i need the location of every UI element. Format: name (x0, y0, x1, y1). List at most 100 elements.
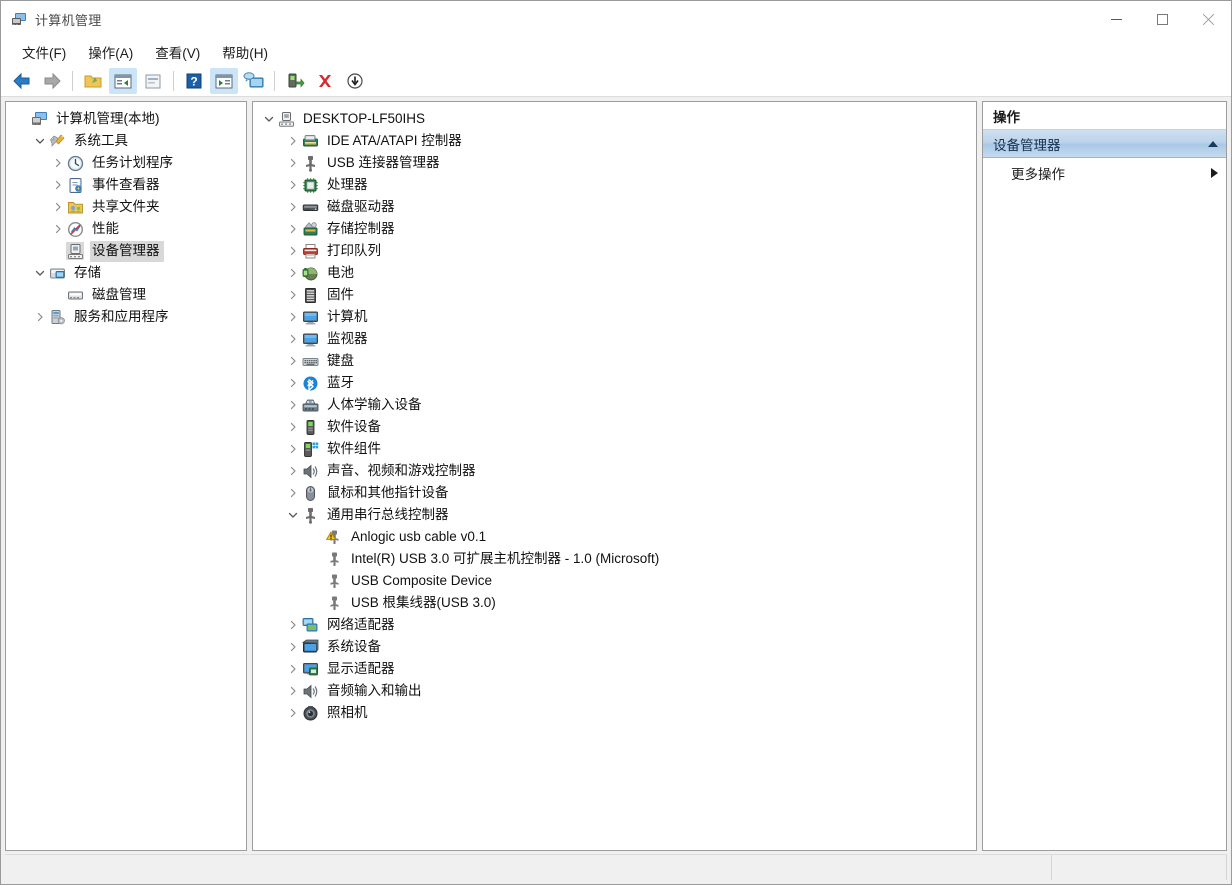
actions-group-device-manager[interactable]: 设备管理器 (983, 130, 1226, 158)
device-tree-item-row[interactable]: 鼠标和其他指针设备 (253, 482, 976, 504)
update-driver-button[interactable] (281, 68, 309, 94)
toolbar: ? (1, 66, 1231, 97)
device-tree-item-row[interactable]: USB 根集线器(USB 3.0) (253, 592, 976, 614)
chevron-right-icon[interactable] (285, 438, 301, 460)
device-tree-item-row[interactable]: 蓝牙 (253, 372, 976, 394)
chevron-right-icon[interactable] (285, 702, 301, 724)
device-tree-item-row[interactable]: 软件组件 (253, 438, 976, 460)
monitor-icon (301, 330, 319, 348)
chevron-right-icon[interactable] (285, 262, 301, 284)
scan-hardware-button[interactable] (240, 68, 268, 94)
device-tree-item-row[interactable]: 照相机 (253, 702, 976, 724)
device-tree-item-row[interactable]: 显示适配器 (253, 658, 976, 680)
menu-file[interactable]: 文件(F) (11, 39, 77, 65)
console-tree-item-row[interactable]: 共享文件夹 (6, 196, 246, 218)
device-tree-item-row[interactable]: 声音、视频和游戏控制器 (253, 460, 976, 482)
device-tree-item-row[interactable]: 键盘 (253, 350, 976, 372)
chevron-right-icon[interactable] (285, 130, 301, 152)
console-tree-item-row[interactable]: 服务和应用程序 (6, 306, 246, 328)
chevron-right-icon[interactable] (285, 350, 301, 372)
device-tree-item-row[interactable]: 通用串行总线控制器 (253, 504, 976, 526)
device-tree-item-row[interactable]: 音频输入和输出 (253, 680, 976, 702)
chevron-right-icon[interactable] (285, 218, 301, 240)
chevron-down-icon[interactable] (261, 108, 277, 130)
close-button[interactable] (1185, 1, 1231, 38)
menu-view[interactable]: 查看(V) (144, 39, 211, 65)
action-item-more-actions[interactable]: 更多操作 (983, 158, 1226, 188)
device-tree-item-row[interactable]: 计算机 (253, 306, 976, 328)
device-tree-item-row[interactable]: 系统设备 (253, 636, 976, 658)
device-tree-item-row[interactable]: 电池 (253, 262, 976, 284)
chevron-right-icon[interactable] (285, 284, 301, 306)
device-tree-item-row[interactable]: 固件 (253, 284, 976, 306)
menu-action[interactable]: 操作(A) (77, 39, 144, 65)
device-tree-item-row[interactable]: 处理器 (253, 174, 976, 196)
back-button[interactable] (8, 68, 36, 94)
chevron-right-icon[interactable] (285, 174, 301, 196)
up-folder-button[interactable] (79, 68, 107, 94)
separator-1 (72, 71, 73, 91)
chevron-right-icon[interactable] (50, 152, 66, 174)
device-tree-item-row[interactable]: Intel(R) USB 3.0 可扩展主机控制器 - 1.0 (Microso… (253, 548, 976, 570)
chevron-right-icon[interactable] (285, 658, 301, 680)
chevron-right-icon[interactable] (285, 482, 301, 504)
console-tree-item-row[interactable]: 设备管理器 (6, 240, 246, 262)
console-tree-item-label: 性能 (92, 220, 119, 236)
console-tree-item-row[interactable]: 任务计划程序 (6, 152, 246, 174)
uninstall-device-button[interactable] (311, 68, 339, 94)
software-component-icon (301, 440, 319, 458)
device-tree-item-row[interactable]: 存储控制器 (253, 218, 976, 240)
chevron-right-icon[interactable] (285, 240, 301, 262)
chevron-right-icon[interactable] (285, 196, 301, 218)
actions-pane: 操作 设备管理器 更多操作 (982, 101, 1227, 851)
device-tree-item-row[interactable]: IDE ATA/ATAPI 控制器 (253, 130, 976, 152)
chevron-right-icon (290, 356, 296, 366)
device-tree-item-row[interactable]: 人体学输入设备 (253, 394, 976, 416)
minimize-button[interactable] (1093, 1, 1139, 38)
chevron-right-icon[interactable] (285, 306, 301, 328)
chevron-right-icon[interactable] (50, 174, 66, 196)
chevron-right-icon[interactable] (285, 636, 301, 658)
chevron-right-icon[interactable] (32, 306, 48, 328)
console-tree-item-row[interactable]: 性能 (6, 218, 246, 240)
disable-device-button[interactable] (341, 68, 369, 94)
device-tree-item-row[interactable]: 软件设备 (253, 416, 976, 438)
device-tree-item-row[interactable]: 监视器 (253, 328, 976, 350)
properties-button[interactable] (139, 68, 167, 94)
chevron-right-icon[interactable] (285, 460, 301, 482)
chevron-down-icon[interactable] (32, 130, 48, 152)
maximize-button[interactable] (1139, 1, 1185, 38)
show-hide-action-pane-button[interactable] (210, 68, 238, 94)
device-tree-item-row[interactable]: 网络适配器 (253, 614, 976, 636)
device-tree-item-row[interactable]: DESKTOP-LF50IHS (253, 108, 976, 130)
help-button[interactable]: ? (180, 68, 208, 94)
chevron-right-icon[interactable] (285, 328, 301, 350)
console-tree-item-row[interactable]: 计算机管理(本地) (6, 108, 246, 130)
device-tree-item-row[interactable]: Anlogic usb cable v0.1 (253, 526, 976, 548)
console-tree-item-row[interactable]: 系统工具 (6, 130, 246, 152)
device-tree-item-row[interactable]: 打印队列 (253, 240, 976, 262)
help-icon: ? (186, 73, 202, 89)
chevron-right-icon[interactable] (285, 152, 301, 174)
forward-button[interactable] (38, 68, 66, 94)
console-tree-item-row[interactable]: 存储 (6, 262, 246, 284)
chevron-right-icon (55, 224, 61, 234)
device-tree-item-row[interactable]: USB 连接器管理器 (253, 152, 976, 174)
chevron-right-icon[interactable] (285, 394, 301, 416)
menu-help[interactable]: 帮助(H) (211, 39, 279, 65)
chevron-right-icon[interactable] (50, 218, 66, 240)
device-tree-item-label: 声音、视频和游戏控制器 (327, 462, 476, 478)
console-tree-item-row[interactable]: 事件查看器 (6, 174, 246, 196)
chevron-down-icon[interactable] (285, 504, 301, 526)
device-tree-item-row[interactable]: USB Composite Device (253, 570, 976, 592)
console-tree-item-row[interactable]: 磁盘管理 (6, 284, 246, 306)
chevron-right-icon[interactable] (285, 372, 301, 394)
device-tree-item-row[interactable]: 磁盘驱动器 (253, 196, 976, 218)
show-hide-tree-button[interactable] (109, 68, 137, 94)
chevron-right-icon[interactable] (285, 614, 301, 636)
chevron-down-icon[interactable] (32, 262, 48, 284)
chevron-right-icon[interactable] (285, 680, 301, 702)
device-tree-item-label: 处理器 (327, 176, 368, 192)
chevron-right-icon[interactable] (285, 416, 301, 438)
chevron-right-icon[interactable] (50, 196, 66, 218)
